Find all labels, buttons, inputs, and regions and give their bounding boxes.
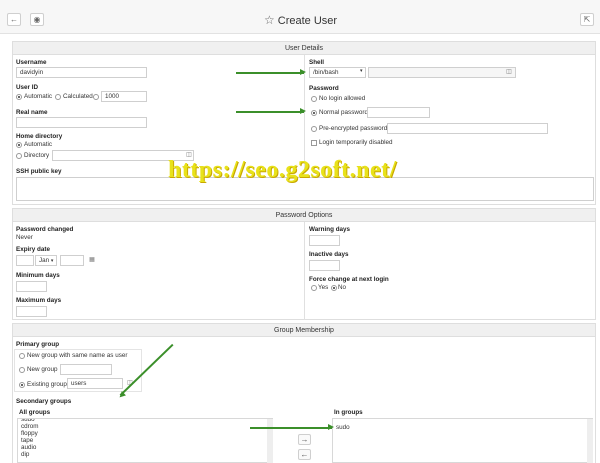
- realname-input[interactable]: [16, 117, 147, 128]
- home-automatic-radio[interactable]: [16, 142, 22, 148]
- arrow-right-icon: →: [300, 435, 309, 444]
- help-icon: ◉: [33, 15, 41, 24]
- calendar-icon: ▦: [89, 257, 95, 263]
- force-yes-label: Yes: [318, 284, 329, 291]
- password-label: Password: [309, 85, 339, 92]
- uid-label: User ID: [16, 84, 39, 91]
- password-nologin-radio[interactable]: [311, 96, 317, 102]
- primary-existing-input[interactable]: users: [67, 378, 123, 389]
- expand-icon: ⇱: [583, 15, 591, 24]
- home-directory-label: Directory: [24, 152, 50, 159]
- remove-group-button[interactable]: ←: [298, 449, 311, 460]
- password-normal-label: Normal password: [319, 109, 368, 116]
- uid-automatic-label: Automatic: [24, 93, 52, 100]
- password-nologin-label: No login allowed: [319, 95, 366, 102]
- password-preencrypted-radio[interactable]: [311, 126, 317, 132]
- primary-same-name-radio[interactable]: [19, 353, 25, 359]
- back-button[interactable]: ←: [7, 13, 21, 26]
- all-groups-list[interactable]: sudo cdrom floppy tape audio dip: [17, 418, 273, 463]
- expiry-day-input[interactable]: [16, 255, 34, 266]
- shell-select[interactable]: /bin/bash: [309, 67, 366, 78]
- login-disabled-label: Login temporarily disabled: [319, 139, 393, 146]
- warning-days-input[interactable]: [309, 235, 340, 246]
- list-item[interactable]: cdrom: [18, 423, 272, 430]
- add-group-button[interactable]: →: [298, 434, 311, 445]
- uid-input[interactable]: 1000: [101, 91, 147, 102]
- back-icon: ←: [10, 15, 18, 24]
- watermark-text: https://seo.g2soft.net/: [168, 157, 397, 183]
- force-no-label: No: [338, 284, 347, 291]
- realname-label: Real name: [16, 109, 48, 116]
- expand-button[interactable]: ⇱: [580, 13, 594, 26]
- login-disabled-checkbox[interactable]: [311, 140, 317, 146]
- annotation-arrow-sudo: [250, 424, 334, 430]
- list-item[interactable]: floppy: [18, 430, 272, 437]
- password-options-header: Password Options: [12, 208, 596, 222]
- inactive-days-input[interactable]: [309, 260, 340, 271]
- top-bar: ← ◉ ☆ Create User ⇱: [0, 0, 600, 34]
- max-days-input[interactable]: [16, 306, 47, 317]
- file-icon: ◫: [506, 69, 512, 75]
- secondary-groups-label: Secondary groups: [16, 398, 72, 405]
- primary-existing-radio[interactable]: [19, 382, 25, 388]
- username-label: Username: [16, 59, 47, 66]
- list-item[interactable]: dip: [18, 451, 272, 458]
- primary-group-label: Primary group: [16, 341, 60, 348]
- primary-same-name-label: New group with same name as user: [27, 352, 128, 359]
- primary-existing-label: Existing group: [27, 381, 67, 388]
- help-button[interactable]: ◉: [30, 13, 44, 26]
- warning-days-label: Warning days: [309, 226, 351, 233]
- max-days-label: Maximum days: [16, 297, 62, 304]
- home-label: Home directory: [16, 133, 63, 140]
- all-groups-label: All groups: [19, 409, 51, 416]
- list-item[interactable]: audio: [18, 444, 272, 451]
- expiry-date-label: Expiry date: [16, 246, 50, 253]
- primary-new-group-label: New group: [27, 366, 58, 373]
- calendar-button[interactable]: ▦: [86, 255, 98, 266]
- list-item[interactable]: sudo: [333, 424, 592, 431]
- username-input[interactable]: davidyin: [16, 67, 147, 78]
- star-icon[interactable]: ☆: [264, 13, 275, 27]
- expiry-year-input[interactable]: [60, 255, 84, 266]
- in-groups-scrollbar[interactable]: [587, 419, 593, 463]
- ssh-key-label: SSH public key: [16, 168, 62, 175]
- in-groups-label: In groups: [334, 409, 363, 416]
- uid-calculated-label: Calculated: [63, 93, 93, 100]
- password-preencrypted-input[interactable]: [387, 123, 548, 134]
- force-no-radio[interactable]: [331, 285, 337, 291]
- uid-manual-radio[interactable]: [93, 94, 99, 100]
- inactive-days-label: Inactive days: [309, 251, 349, 258]
- group-membership-header: Group Membership: [12, 323, 596, 337]
- password-changed-value: Never: [16, 234, 33, 241]
- in-groups-list[interactable]: sudo: [332, 418, 593, 463]
- home-directory-radio[interactable]: [16, 153, 22, 159]
- annotation-arrow-shell: [236, 69, 306, 75]
- primary-new-group-radio[interactable]: [19, 367, 25, 373]
- arrow-left-icon: ←: [300, 450, 309, 459]
- force-change-label: Force change at next login: [309, 276, 389, 283]
- user-details-header: User Details: [12, 41, 596, 55]
- password-normal-input[interactable]: [367, 107, 430, 118]
- password-preencrypted-label: Pre-encrypted password: [319, 125, 388, 132]
- password-normal-radio[interactable]: [311, 110, 317, 116]
- uid-calculated-radio[interactable]: [55, 94, 61, 100]
- dropdown-icon: ▾: [50, 258, 54, 264]
- annotation-arrow-password: [236, 108, 306, 114]
- min-days-label: Minimum days: [16, 272, 60, 279]
- shell-label: Shell: [309, 59, 325, 66]
- shell-chooser-button[interactable]: ◫: [503, 67, 515, 78]
- password-changed-label: Password changed: [16, 226, 74, 233]
- shell-dropdown-icon: ▾: [360, 68, 363, 74]
- min-days-input[interactable]: [16, 281, 47, 292]
- uid-automatic-radio[interactable]: [16, 94, 22, 100]
- shell-other-input[interactable]: [368, 67, 516, 78]
- primary-new-group-input[interactable]: [60, 364, 112, 375]
- expiry-month-select[interactable]: Jan ▾: [35, 255, 57, 266]
- page-title: ☆ Create User: [264, 13, 338, 27]
- force-yes-radio[interactable]: [311, 285, 317, 291]
- list-item[interactable]: tape: [18, 437, 272, 444]
- home-automatic-label: Automatic: [24, 141, 52, 148]
- all-groups-scrollbar[interactable]: [267, 419, 273, 463]
- column-divider-2: [304, 222, 305, 320]
